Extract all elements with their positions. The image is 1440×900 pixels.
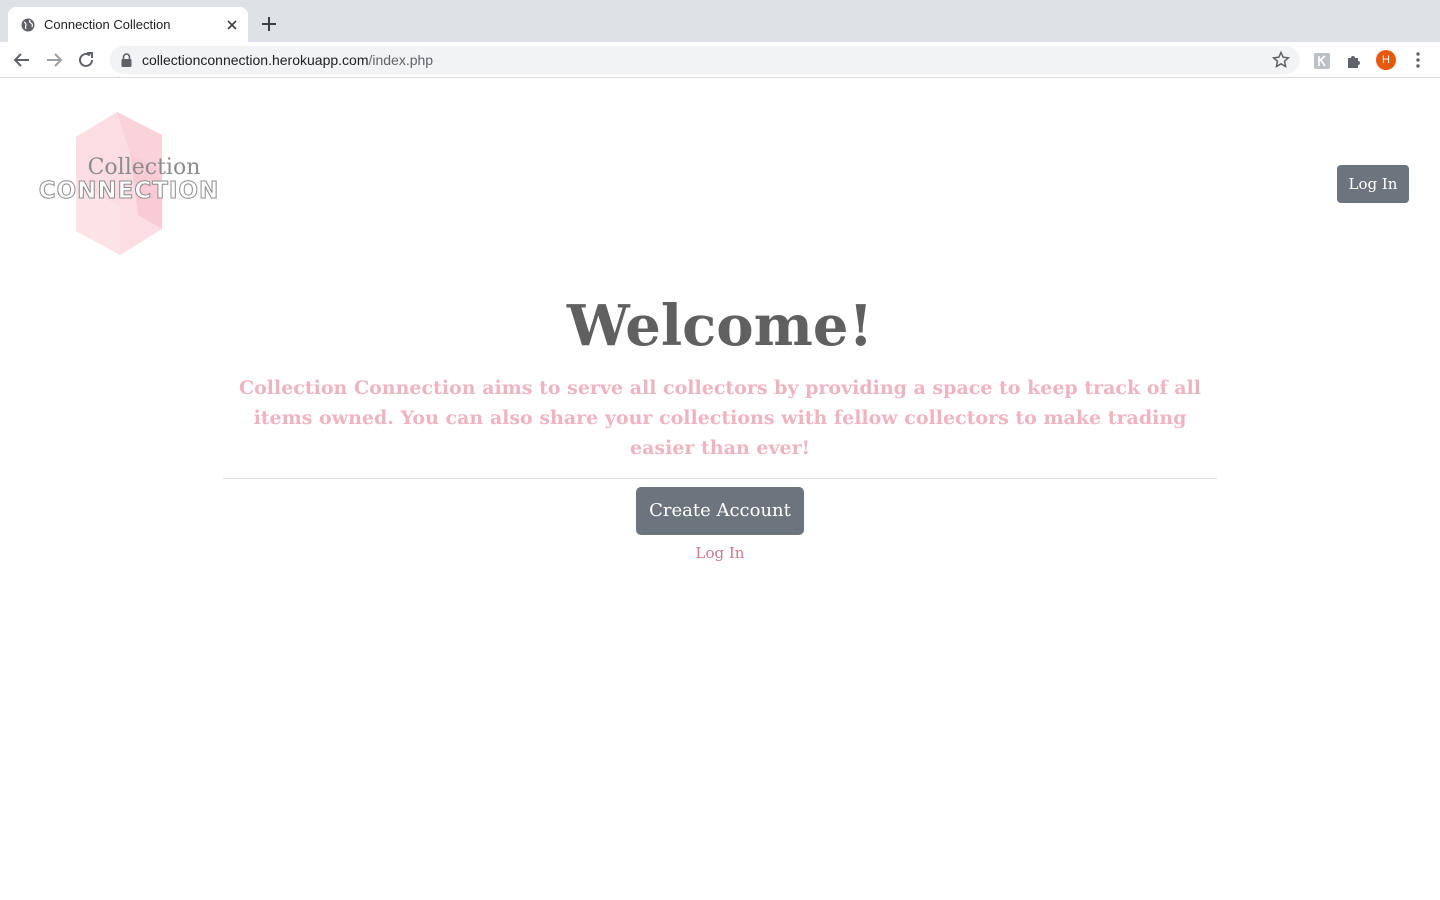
login-link[interactable]: Log In — [0, 544, 1440, 562]
logo-text-connection: CONNECTION — [38, 178, 220, 205]
address-bar[interactable]: collectionconnection.herokuapp.com/index… — [110, 46, 1300, 74]
url-host: collectionconnection.herokuapp.com — [142, 52, 369, 68]
url-text: collectionconnection.herokuapp.com/index… — [142, 52, 433, 68]
site-logo[interactable]: Collection CONNECTION — [38, 111, 220, 257]
back-arrow-icon[interactable] — [12, 50, 32, 70]
divider — [223, 478, 1217, 479]
url-path: /index.php — [368, 52, 434, 68]
forward-arrow-icon[interactable] — [44, 50, 64, 70]
close-icon[interactable] — [224, 17, 240, 33]
create-account-button[interactable]: Create Account — [636, 487, 804, 535]
extension-app-icon[interactable] — [1313, 52, 1331, 70]
kebab-menu-icon[interactable] — [1410, 51, 1426, 69]
browser-toolbar: collectionconnection.herokuapp.com/index… — [0, 42, 1440, 78]
intro-description: Collection Connection aims to serve all … — [238, 377, 1201, 459]
page-content: Collection CONNECTION Log In Welcome! Co… — [0, 79, 1440, 900]
logo-text-collection: Collection — [87, 155, 201, 180]
globe-icon — [21, 18, 35, 32]
puzzle-icon[interactable] — [1345, 52, 1363, 70]
tab-title: Connection Collection — [44, 17, 171, 32]
star-icon[interactable] — [1272, 51, 1290, 69]
page-title: Welcome! — [566, 293, 874, 359]
lock-icon[interactable] — [121, 53, 132, 67]
browser-tab[interactable]: Connection Collection — [8, 7, 248, 42]
profile-avatar[interactable]: H — [1376, 50, 1396, 70]
header-login-button[interactable]: Log In — [1337, 165, 1409, 203]
reload-icon[interactable] — [76, 50, 96, 70]
browser-tabstrip: Connection Collection — [0, 0, 1440, 42]
plus-icon[interactable] — [260, 15, 278, 33]
